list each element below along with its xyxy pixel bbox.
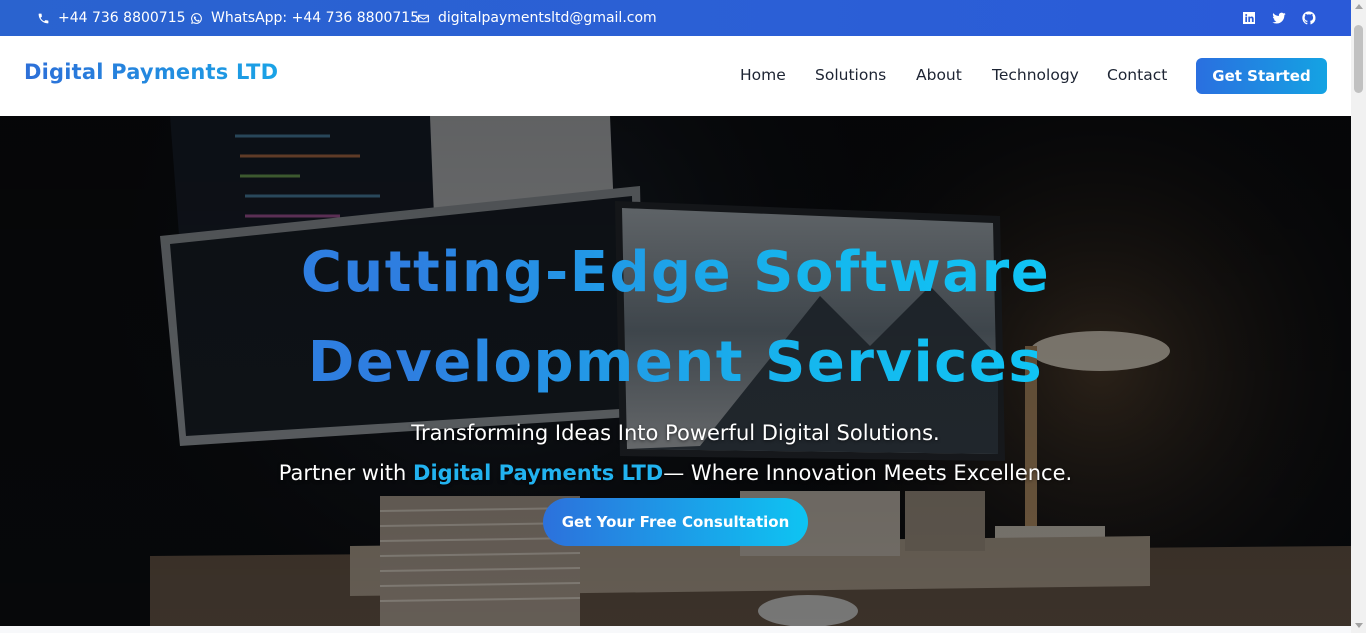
free-consultation-button[interactable]: Get Your Free Consultation xyxy=(543,498,808,546)
nav-link-home[interactable]: Home xyxy=(740,66,786,84)
envelope-icon xyxy=(418,14,429,22)
page-scrollbar[interactable] xyxy=(1351,0,1366,633)
scroll-up-arrow-icon[interactable] xyxy=(1355,4,1363,9)
main-navbar: Digital Payments LTD Home Solutions Abou… xyxy=(0,36,1351,116)
whatsapp-icon xyxy=(191,12,202,24)
hero-subtitle-line1: Transforming Ideas Into Powerful Digital… xyxy=(411,421,940,445)
hero-headline-line1: Cutting-Edge Software xyxy=(0,240,1351,305)
nav-link-about[interactable]: About xyxy=(916,66,962,84)
whatsapp-contact[interactable]: WhatsApp: +44 736 8800715 xyxy=(190,0,419,36)
subtitle-suffix: — Where Innovation Meets Excellence. xyxy=(663,461,1073,485)
brand-logo[interactable]: Digital Payments LTD xyxy=(24,60,278,84)
scroll-thumb[interactable] xyxy=(1354,25,1363,93)
email-text: digitalpaymentsltd@gmail.com xyxy=(438,10,657,26)
phone-icon xyxy=(38,13,49,23)
phone-contact[interactable]: +44 736 8800715 xyxy=(37,0,186,36)
email-contact[interactable]: digitalpaymentsltd@gmail.com xyxy=(417,0,657,36)
subtitle-prefix: Partner with xyxy=(278,461,414,485)
nav-link-technology[interactable]: Technology xyxy=(992,66,1079,84)
scroll-down-arrow-icon[interactable] xyxy=(1355,623,1363,628)
nav-link-solutions[interactable]: Solutions xyxy=(815,66,886,84)
get-started-button[interactable]: Get Started xyxy=(1196,58,1327,94)
next-section-edge xyxy=(0,626,1351,633)
github-icon[interactable] xyxy=(1301,10,1317,26)
hero-subtitle-line2: Partner with Digital Payments LTD— Where… xyxy=(0,461,1351,485)
nav-link-contact[interactable]: Contact xyxy=(1107,66,1167,84)
hero-section: Cutting-Edge Software Development Servic… xyxy=(0,116,1351,626)
whatsapp-text: WhatsApp: +44 736 8800715 xyxy=(211,10,420,26)
top-contact-bar: +44 736 8800715 WhatsApp: +44 736 880071… xyxy=(0,0,1351,36)
subtitle-brand: Digital Payments LTD xyxy=(413,461,664,485)
hero-headline-line2: Development Services xyxy=(0,330,1351,395)
phone-text: +44 736 8800715 xyxy=(58,10,186,26)
linkedin-icon[interactable] xyxy=(1241,10,1257,26)
twitter-icon[interactable] xyxy=(1271,10,1287,26)
